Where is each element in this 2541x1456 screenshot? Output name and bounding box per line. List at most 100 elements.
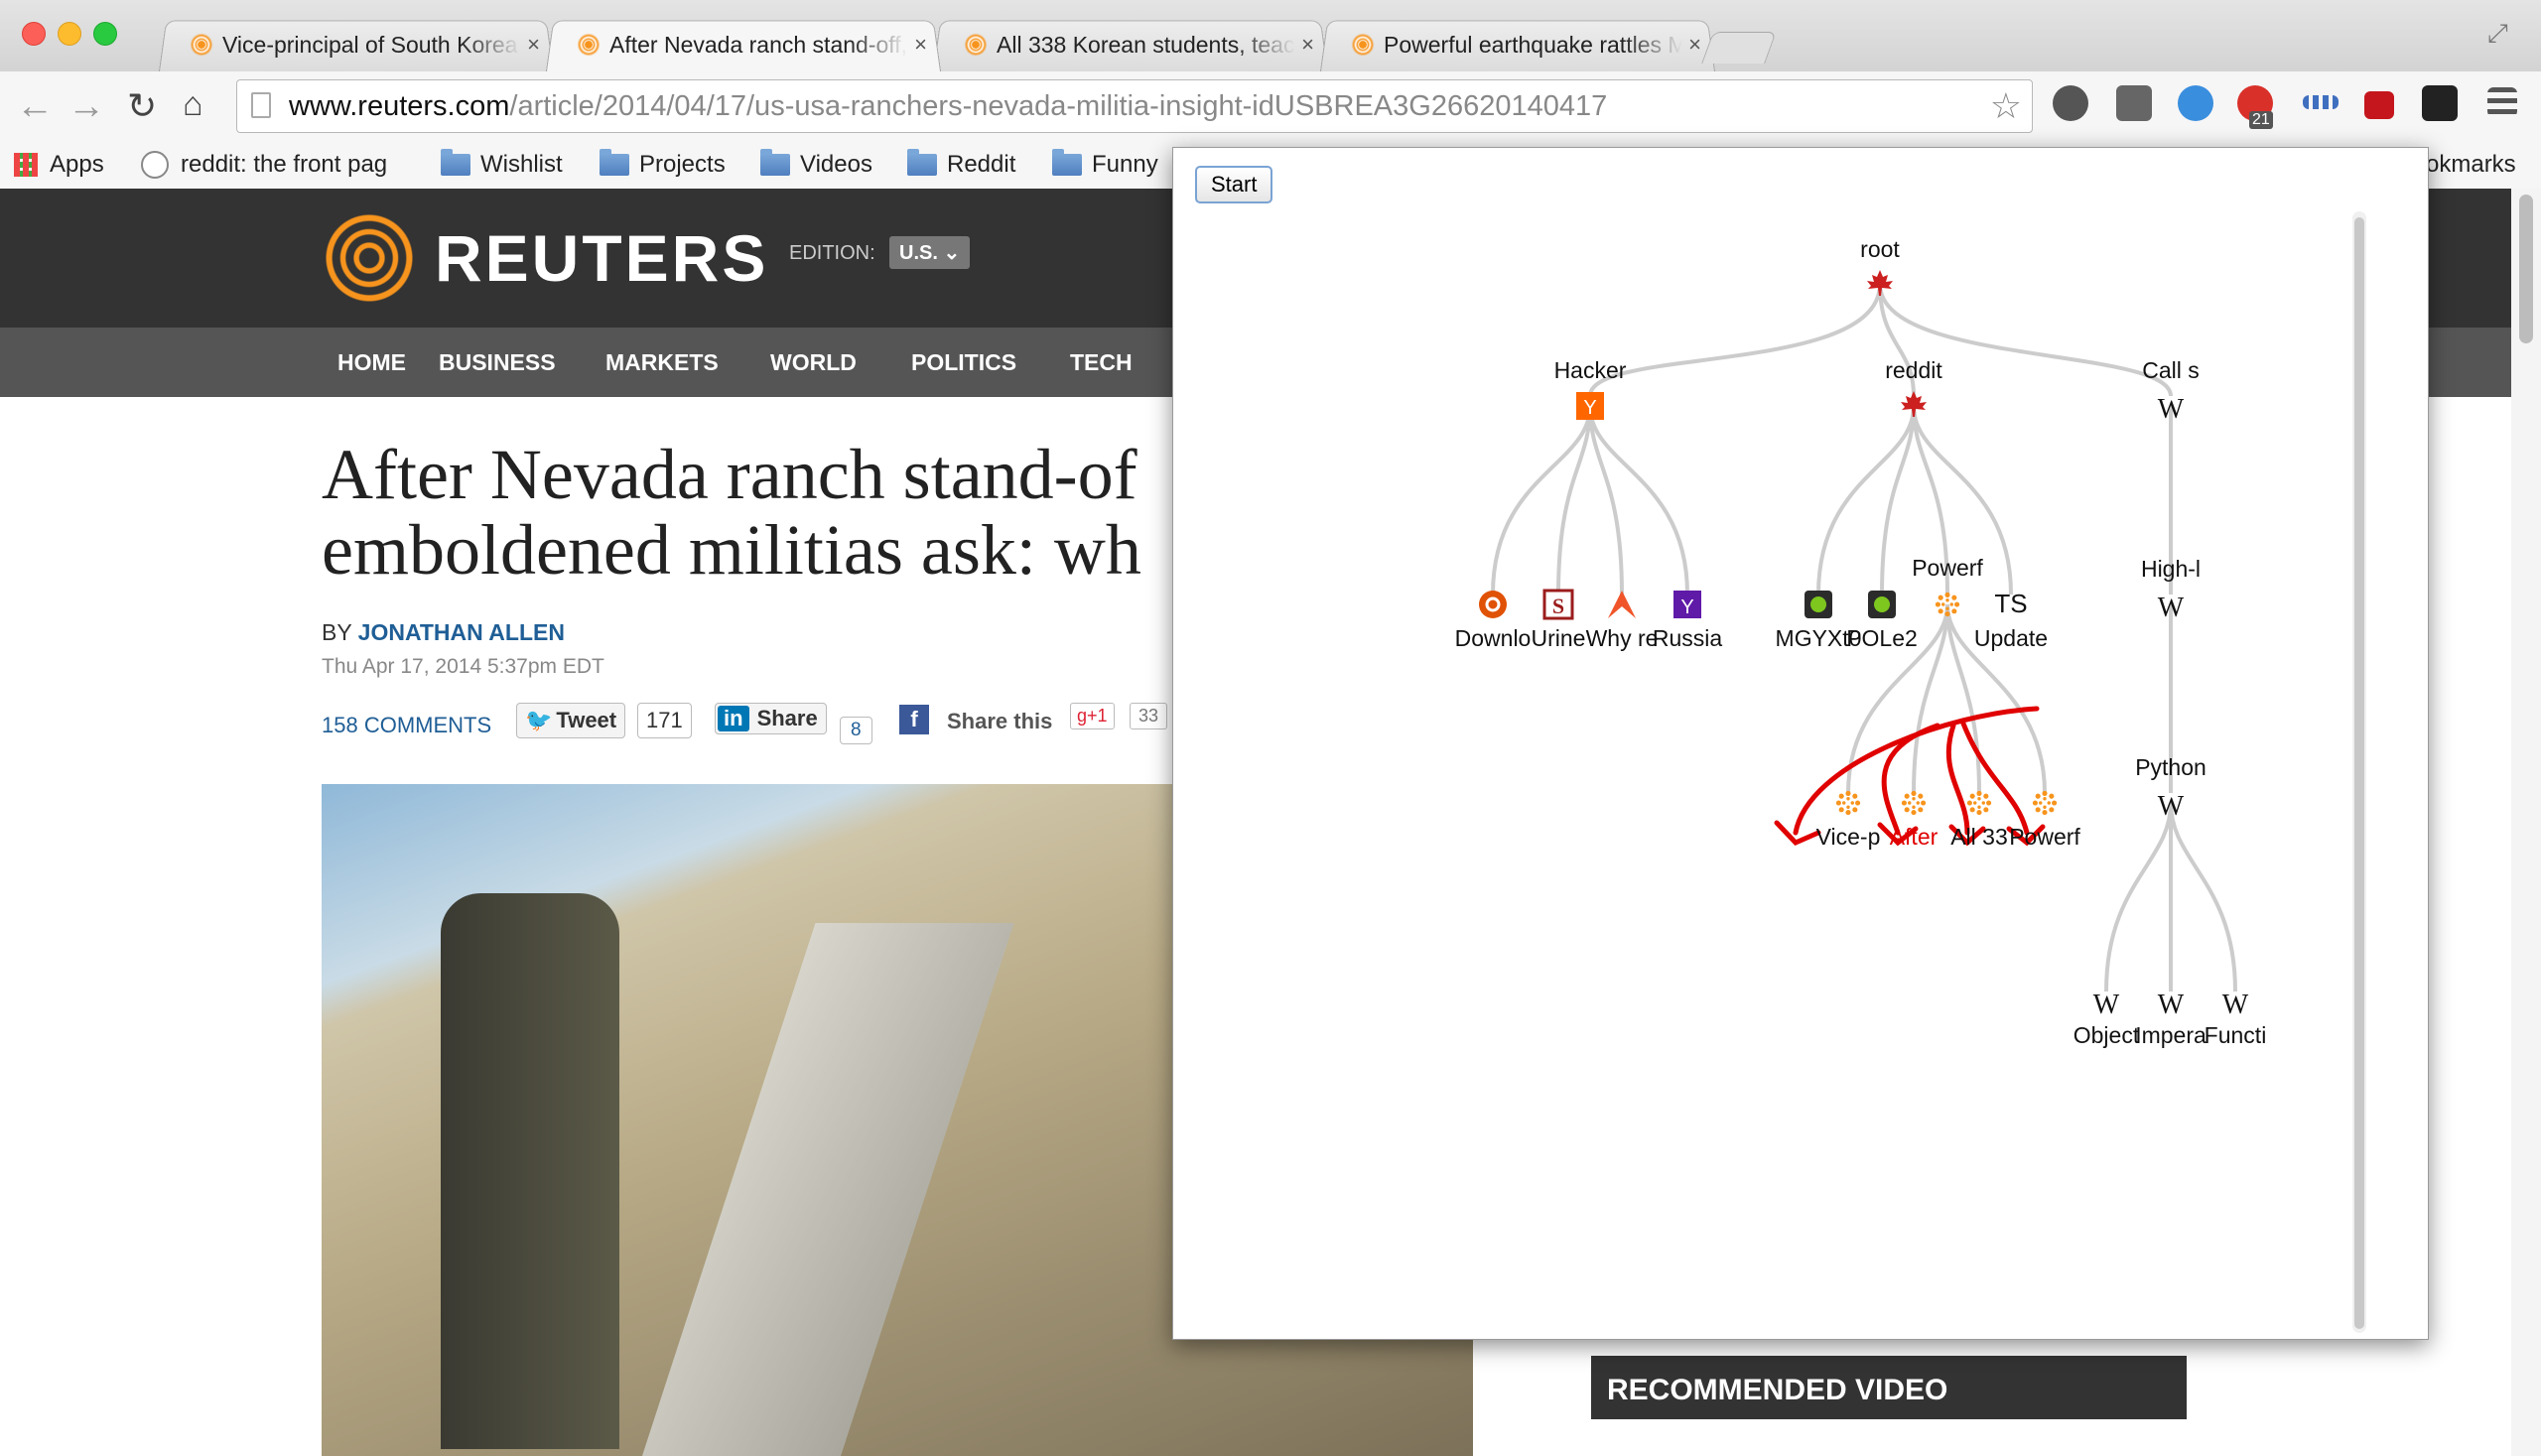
- root-maple-icon[interactable]: [1867, 270, 1893, 296]
- wikipedia-w-icon[interactable]: W: [2158, 394, 2185, 425]
- nav-markets[interactable]: MARKETS: [605, 349, 719, 376]
- folder-icon: [1052, 149, 1082, 176]
- chat-extension-icon[interactable]: [2178, 85, 2213, 121]
- address-bar[interactable]: www.reuters.com/article/2014/04/17/us-us…: [236, 79, 2033, 133]
- close-window-button[interactable]: [22, 22, 46, 46]
- linkedin-share-button[interactable]: in Share: [715, 703, 827, 734]
- home-button[interactable]: ⌂: [183, 85, 203, 124]
- tab-vice-principal[interactable]: Vice-principal of South Korea ×: [159, 18, 554, 71]
- nav-tech[interactable]: TECH: [1070, 349, 1133, 376]
- node-object-label: Object: [2073, 1022, 2140, 1048]
- back-button[interactable]: ←: [16, 85, 54, 128]
- wikipedia-w-icon[interactable]: W: [2158, 791, 2185, 822]
- tab-nevada-ranch[interactable]: After Nevada ranch stand-off, ×: [546, 18, 941, 71]
- edition-select[interactable]: U.S. ⌄: [889, 236, 971, 269]
- dots-extension-icon[interactable]: [2303, 95, 2339, 109]
- node-urine-label: Urine: [1532, 625, 1586, 651]
- node-python-label: Python: [2135, 754, 2207, 780]
- minimize-window-button[interactable]: [58, 22, 81, 46]
- close-tab-icon[interactable]: ×: [1688, 32, 1701, 58]
- reuters-favicon-icon: [1350, 32, 1376, 58]
- nav-business[interactable]: BUSINESS: [439, 349, 556, 376]
- edge-hacker-2: [1556, 405, 1592, 596]
- ts-icon[interactable]: TS: [1994, 589, 2027, 618]
- google-plus-button[interactable]: g+1: [1070, 703, 1115, 729]
- bookmark-funny[interactable]: Funny: [1052, 149, 1158, 179]
- bookmark-reddit[interactable]: Reddit: [907, 149, 1015, 179]
- forward-button[interactable]: →: [67, 85, 105, 128]
- recommended-video-header: RECOMMENDED VIDEO: [1591, 1356, 2187, 1419]
- wikipedia-w-icon[interactable]: W: [2158, 593, 2185, 623]
- hn-y-glyph: Y: [1583, 397, 1596, 419]
- node-all33-label: All 33: [1950, 824, 2008, 850]
- page-icon: [251, 92, 271, 118]
- node-calls-label: Call s: [2142, 357, 2200, 383]
- linkedin-icon: in: [718, 706, 749, 731]
- node-hacker-label: Hacker: [1554, 357, 1627, 383]
- reload-button[interactable]: ↻: [127, 85, 157, 127]
- wikipedia-w-icon[interactable]: W: [2158, 990, 2185, 1020]
- bookmark-star-icon[interactable]: ☆: [1990, 80, 2022, 132]
- reuters-dots-icon[interactable]: [2032, 790, 2058, 816]
- tab-korean-students[interactable]: All 338 Korean students, teache ×: [933, 18, 1328, 71]
- menu-icon[interactable]: [2487, 87, 2517, 117]
- close-tab-icon[interactable]: ×: [914, 32, 927, 58]
- node-after-label-active: After: [1890, 824, 1939, 850]
- author-link[interactable]: JONATHAN ALLEN: [358, 619, 565, 645]
- wikipedia-w-icon[interactable]: W: [2093, 990, 2120, 1020]
- pocket-icon[interactable]: [2116, 85, 2152, 121]
- tab-earthquake[interactable]: Powerful earthquake rattles Mex ×: [1320, 18, 1715, 71]
- green-dot: [1810, 596, 1826, 612]
- tree-extension-icon[interactable]: [2364, 91, 2394, 119]
- bookmark-videos[interactable]: Videos: [760, 149, 872, 179]
- page-scrollbar[interactable]: [2511, 189, 2541, 1456]
- node-russia-label: Russia: [1653, 625, 1723, 651]
- reddit-alien-icon: [141, 151, 169, 179]
- reuters-dots-icon[interactable]: [1966, 790, 1992, 816]
- flame-icon[interactable]: [1608, 591, 1636, 618]
- maximize-window-button[interactable]: [93, 22, 117, 46]
- chevron-down-icon: ⌄: [943, 242, 961, 264]
- tweet-button[interactable]: 🐦 Tweet: [516, 703, 626, 738]
- fullscreen-icon[interactable]: ⤢: [2487, 18, 2508, 50]
- node-vicep-label: Vice-p: [1816, 824, 1881, 850]
- edge-python-3: [2169, 802, 2237, 993]
- evernote-icon[interactable]: [2053, 85, 2088, 121]
- adblock-plus-icon[interactable]: 21: [2237, 85, 2273, 129]
- share-this-link[interactable]: Share this: [947, 709, 1052, 734]
- tweet-count: 171: [637, 703, 692, 738]
- bookmark-apps[interactable]: Apps: [14, 151, 104, 179]
- dark-extension-icon[interactable]: [2422, 85, 2458, 121]
- reuters-dots-icon[interactable]: [1835, 790, 1861, 816]
- edge-root-hacker: [1588, 283, 1882, 397]
- reuters-favicon-icon: [963, 32, 989, 58]
- wikipedia-w-icon[interactable]: W: [2222, 990, 2249, 1020]
- other-bookmarks[interactable]: okmarks: [2426, 151, 2516, 179]
- address-path: /article/2014/04/17/us-usa-ranchers-neva…: [509, 90, 1608, 122]
- history-tree: root Y Hacker reddit W Call s Downlo S U…: [1455, 236, 2267, 1048]
- bookmark-reddit-front[interactable]: reddit: the front pag: [141, 151, 407, 179]
- nav-world[interactable]: WORLD: [770, 349, 857, 376]
- bookmark-projects[interactable]: Projects: [600, 149, 726, 179]
- facebook-icon[interactable]: f: [899, 705, 929, 734]
- reuters-logo[interactable]: REUTERS: [322, 210, 768, 306]
- node-update-label: Update: [1974, 625, 2048, 651]
- node-impera-label: Impera: [2135, 1022, 2207, 1048]
- ubuntu-icon[interactable]: [1479, 591, 1507, 618]
- reuters-dots-icon[interactable]: [1901, 790, 1927, 816]
- nav-politics[interactable]: POLITICS: [911, 349, 1016, 376]
- reuters-favicon-icon: [189, 32, 214, 58]
- close-tab-icon[interactable]: ×: [527, 32, 540, 58]
- reuters-dots-icon: [322, 210, 417, 306]
- folder-icon: [600, 149, 629, 176]
- yahoo-y-glyph: Y: [1680, 596, 1693, 618]
- nav-home[interactable]: HOME: [337, 349, 406, 376]
- reddit-maple-icon[interactable]: [1901, 391, 1927, 417]
- comments-link[interactable]: 158 COMMENTS: [322, 713, 491, 738]
- bookmark-wishlist[interactable]: Wishlist: [441, 149, 563, 179]
- twitter-bird-icon: 🐦: [525, 708, 553, 732]
- slate-s-glyph: S: [1552, 594, 1564, 618]
- adblock-count-badge: 21: [2249, 111, 2273, 129]
- edge-python-1: [2104, 802, 2173, 993]
- close-tab-icon[interactable]: ×: [1301, 32, 1314, 58]
